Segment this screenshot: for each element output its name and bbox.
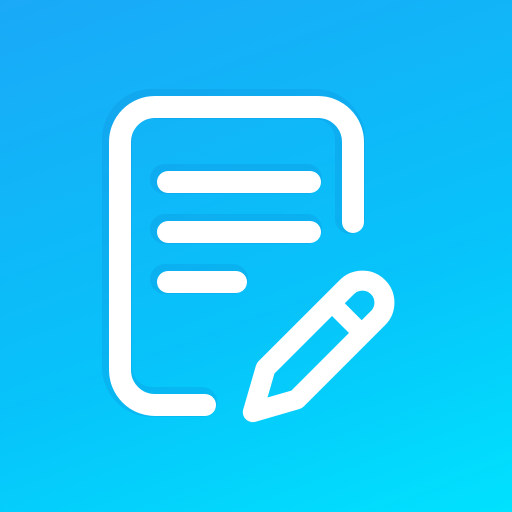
app-icon <box>0 0 512 512</box>
document-outline <box>109 96 364 416</box>
pencil-icon <box>242 270 395 423</box>
notes-edit-icon <box>102 89 395 423</box>
icon-shadow <box>102 89 365 417</box>
